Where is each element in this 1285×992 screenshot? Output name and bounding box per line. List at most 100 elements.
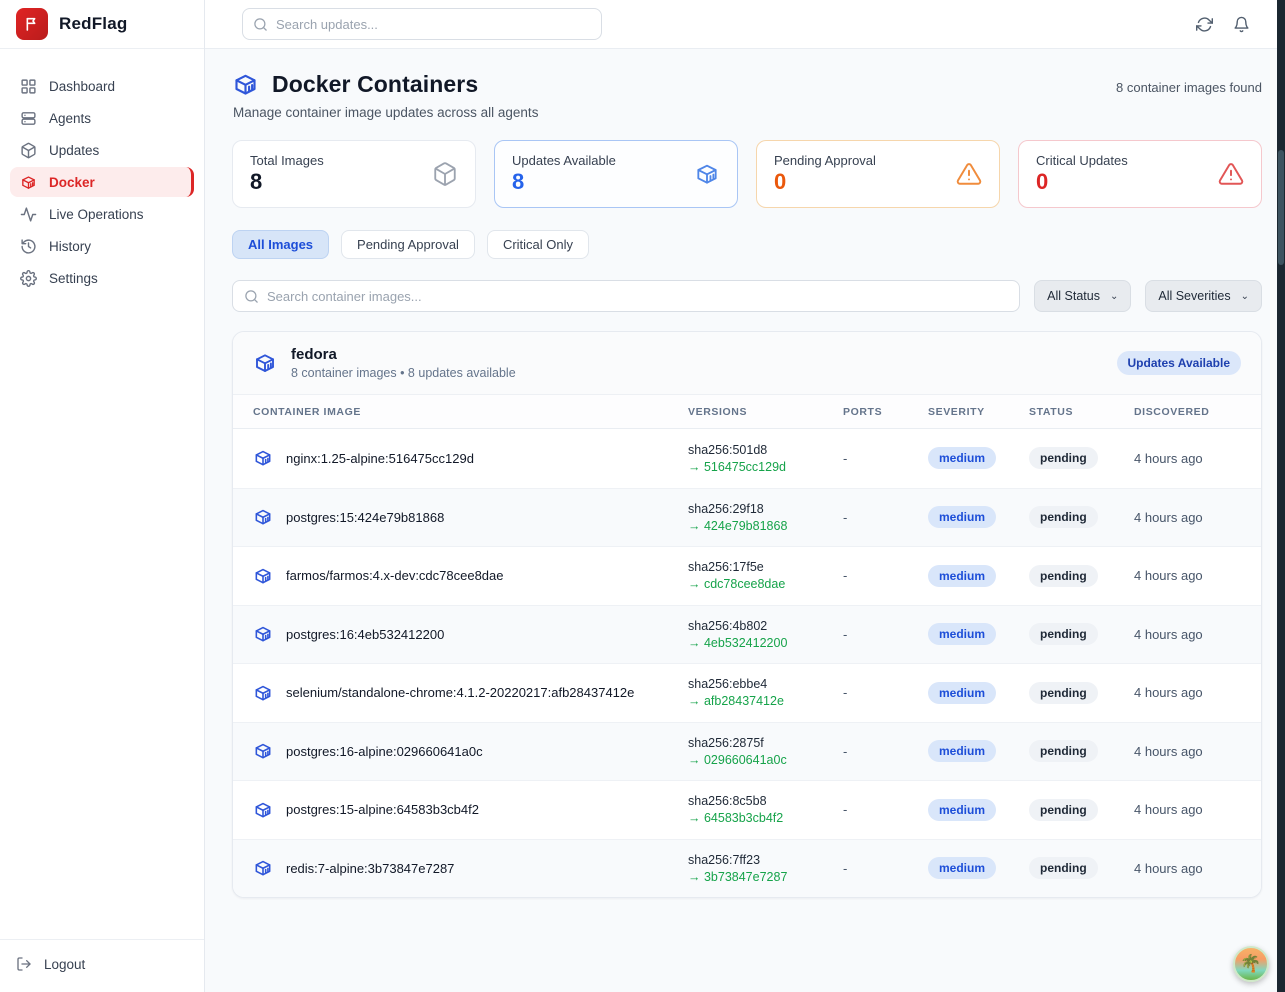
container-group-card: fedora 8 container images • 8 updates av… [232, 331, 1262, 898]
severity-badge: medium [928, 682, 996, 704]
scrollbar[interactable] [1277, 0, 1285, 992]
redflag-logo [16, 8, 48, 40]
table-row[interactable]: selenium/standalone-chrome:4.1.2-2022021… [233, 663, 1261, 722]
version-sha: sha256:2875f [688, 736, 843, 750]
bell-icon[interactable] [1233, 16, 1250, 33]
page-subtitle: Manage container image updates across al… [233, 105, 1262, 120]
sidebar: RedFlag Dashboard Agents Updates Docker … [0, 0, 205, 992]
container-image-name: selenium/standalone-chrome:4.1.2-2022021… [286, 685, 634, 700]
discovered-value: 4 hours ago [1134, 802, 1261, 817]
ports-value: - [843, 510, 928, 525]
container-icon [253, 566, 273, 586]
status-badge: pending [1029, 623, 1098, 645]
ports-value: - [843, 685, 928, 700]
sidebar-item-history[interactable]: History [10, 231, 194, 261]
tab-all-images[interactable]: All Images [232, 230, 329, 259]
stat-value: 0 [1036, 170, 1128, 194]
sidebar-item-label: Settings [49, 271, 98, 286]
app-root: RedFlag Dashboard Agents Updates Docker … [0, 0, 1285, 992]
ports-value: - [843, 861, 928, 876]
search-icon [253, 17, 268, 32]
table-row[interactable]: postgres:16-alpine:029660641a0c sha256:2… [233, 722, 1261, 781]
table-row[interactable]: redis:7-alpine:3b73847e7287 sha256:7ff23… [233, 839, 1261, 898]
page-header: Docker Containers 8 container images fou… [232, 71, 1262, 98]
table-row[interactable]: postgres:15-alpine:64583b3cb4f2 sha256:8… [233, 780, 1261, 839]
version-sha: sha256:4b802 [688, 619, 843, 633]
group-header: fedora 8 container images • 8 updates av… [233, 332, 1261, 395]
sidebar-item-label: History [49, 239, 91, 254]
sidebar-item-label: Docker [49, 175, 95, 190]
image-search-input[interactable] [267, 289, 1008, 304]
container-image-name: postgres:15-alpine:64583b3cb4f2 [286, 802, 479, 817]
brand-name: RedFlag [59, 14, 127, 34]
main-area: Docker Containers 8 container images fou… [205, 0, 1285, 992]
server-icon [20, 110, 37, 127]
sidebar-item-live-operations[interactable]: Live Operations [10, 199, 194, 229]
updates-available-badge: Updates Available [1117, 351, 1241, 375]
container-icon [253, 858, 273, 878]
logout-icon [16, 956, 32, 972]
discovered-value: 4 hours ago [1134, 510, 1261, 525]
version-target: → 516475cc129d [688, 460, 843, 474]
sidebar-item-docker[interactable]: Docker [10, 167, 194, 197]
brand: RedFlag [0, 0, 204, 49]
status-badge: pending [1029, 447, 1098, 469]
tab-critical-only[interactable]: Critical Only [487, 230, 589, 259]
logout-label: Logout [44, 957, 85, 972]
version-target: → 3b73847e7287 [688, 870, 843, 884]
version-sha: sha256:17f5e [688, 560, 843, 574]
filter-row: All Status ⌄ All Severities ⌄ [232, 280, 1262, 312]
container-image-name: redis:7-alpine:3b73847e7287 [286, 861, 454, 876]
warning-triangle-icon [956, 161, 982, 187]
stat-card-updates-available: Updates Available 8 [494, 140, 738, 208]
tab-pending-approval[interactable]: Pending Approval [341, 230, 475, 259]
scrollbar-thumb[interactable] [1278, 150, 1284, 265]
column-versions: Versions [688, 406, 843, 418]
box-icon [432, 161, 458, 187]
column-ports: Ports [843, 406, 928, 418]
logout-button[interactable]: Logout [16, 956, 85, 972]
version-sha: sha256:ebbe4 [688, 677, 843, 691]
activity-icon [20, 206, 37, 223]
filter-tabs: All Images Pending Approval Critical Onl… [232, 230, 1262, 259]
version-sha: sha256:8c5b8 [688, 794, 843, 808]
sidebar-item-agents[interactable]: Agents [10, 103, 194, 133]
table-body: nginx:1.25-alpine:516475cc129d sha256:50… [233, 429, 1261, 897]
sidebar-footer: Logout [0, 939, 204, 992]
table-row[interactable]: nginx:1.25-alpine:516475cc129d sha256:50… [233, 429, 1261, 488]
box-icon [20, 142, 37, 159]
stat-label: Updates Available [512, 153, 616, 168]
status-badge: pending [1029, 506, 1098, 528]
version-sha: sha256:501d8 [688, 443, 843, 457]
result-count: 8 container images found [1116, 71, 1262, 95]
status-badge: pending [1029, 740, 1098, 762]
sidebar-item-settings[interactable]: Settings [10, 263, 194, 293]
discovered-value: 4 hours ago [1134, 861, 1261, 876]
container-icon [253, 351, 277, 375]
discovered-value: 4 hours ago [1134, 744, 1261, 759]
status-select[interactable]: All Status ⌄ [1034, 280, 1131, 312]
chevron-down-icon: ⌄ [1241, 291, 1249, 302]
severity-select[interactable]: All Severities ⌄ [1145, 280, 1262, 312]
severity-badge: medium [928, 857, 996, 879]
island-widget-button[interactable]: 🌴 [1233, 946, 1269, 982]
sidebar-item-updates[interactable]: Updates [10, 135, 194, 165]
refresh-icon[interactable] [1196, 16, 1213, 33]
sidebar-item-dashboard[interactable]: Dashboard [10, 71, 194, 101]
container-image-name: postgres:15:424e79b81868 [286, 510, 444, 525]
status-badge: pending [1029, 799, 1098, 821]
sidebar-nav: Dashboard Agents Updates Docker Live Ope… [0, 49, 204, 939]
container-icon [253, 507, 273, 527]
ports-value: - [843, 451, 928, 466]
content: Docker Containers 8 container images fou… [205, 49, 1285, 898]
global-search-input[interactable] [276, 17, 591, 32]
table-row[interactable]: postgres:16:4eb532412200 sha256:4b802→ 4… [233, 605, 1261, 664]
discovered-value: 4 hours ago [1134, 685, 1261, 700]
table-row[interactable]: postgres:15:424e79b81868 sha256:29f18→ 4… [233, 488, 1261, 547]
container-icon [253, 741, 273, 761]
version-target: → 424e79b81868 [688, 519, 843, 533]
topbar [205, 0, 1285, 49]
status-badge: pending [1029, 682, 1098, 704]
stat-label: Pending Approval [774, 153, 876, 168]
table-row[interactable]: farmos/farmos:4.x-dev:cdc78cee8dae sha25… [233, 546, 1261, 605]
